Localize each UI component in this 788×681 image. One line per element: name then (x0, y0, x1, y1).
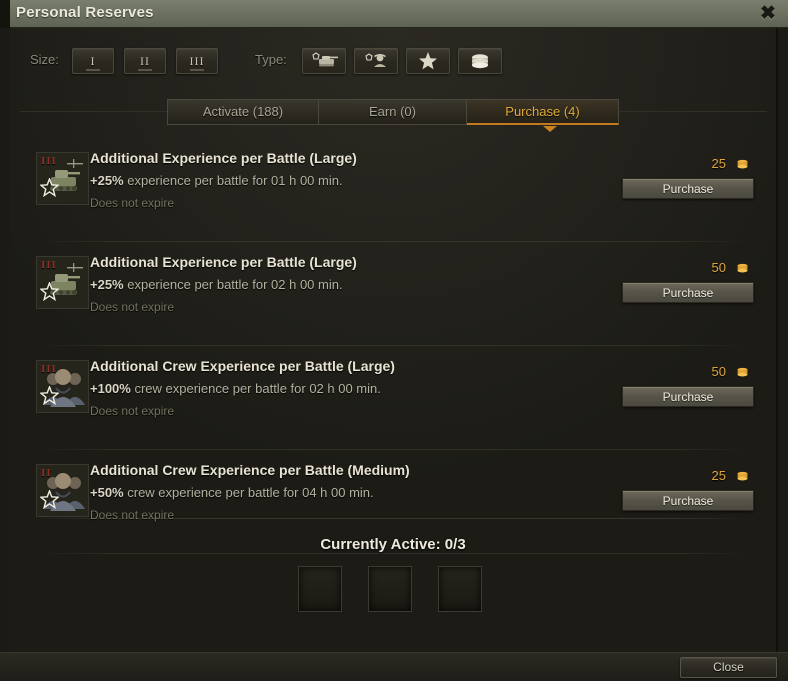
active-reserve-slots (10, 566, 776, 616)
reserve-list: III Additional Experience per Battle (La… (10, 138, 776, 554)
reserve-row[interactable]: III Additional Experience per Battle (La… (10, 242, 776, 346)
reserve-bonus: +100% (90, 381, 131, 396)
reserve-price: 50 (711, 364, 726, 379)
reserve-bonus: +25% (90, 277, 124, 292)
reserve-star-badge-icon (39, 176, 60, 202)
reserve-row[interactable]: III Additional Experience per Battle (La… (10, 138, 776, 242)
reserve-size-marks: III (41, 155, 57, 167)
footer-separator (34, 518, 752, 519)
reserve-expiry: Does not expire (90, 404, 175, 418)
reserve-size-marks: II (41, 467, 52, 479)
type-filter-credits-button[interactable] (458, 48, 502, 74)
reserve-expiry: Does not expire (90, 508, 175, 522)
tab-earn[interactable]: Earn (0) (319, 99, 467, 125)
reserve-description-text: experience per battle for 02 h 00 min. (123, 277, 343, 292)
size-filter-1-button[interactable]: I (72, 48, 114, 74)
reserve-size-marks: III (41, 363, 57, 375)
tank-reserve-icon: III (36, 256, 89, 309)
type-filter-crew-experience-button[interactable] (354, 48, 398, 74)
gold-coin-stack-icon (735, 365, 750, 377)
reserve-description: +50% crew experience per battle for 04 h… (90, 485, 374, 500)
free-experience-star-icon (407, 49, 449, 73)
purchase-button[interactable]: Purchase (622, 178, 754, 199)
type-filter-tank-experience-button[interactable] (302, 48, 346, 74)
reserve-title: Additional Crew Experience per Battle (M… (90, 462, 410, 478)
reserve-bonus: +50% (90, 485, 124, 500)
reserve-description: +100% crew experience per battle for 02 … (90, 381, 381, 396)
purchase-button[interactable]: Purchase (622, 386, 754, 407)
purchase-button[interactable]: Purchase (622, 490, 754, 511)
size-filter-label: Size: (30, 52, 59, 67)
reserve-star-badge-icon (39, 488, 60, 514)
size-filter-1-underline (86, 69, 100, 71)
credits-stack-icon (459, 49, 501, 73)
reserve-description-text: experience per battle for 01 h 00 min. (123, 173, 343, 188)
reserve-bonus: +25% (90, 173, 124, 188)
active-tab-caret-icon (543, 126, 557, 132)
reserve-star-badge-icon (39, 280, 60, 306)
tank-reserve-icon: III (36, 152, 89, 205)
reserve-title: Additional Experience per Battle (Large) (90, 150, 357, 166)
reserve-size-marks: III (41, 259, 57, 271)
bottom-bar: Close (0, 652, 788, 681)
window-content: Size: I II III Type: Activate (188) Earn… (10, 28, 778, 652)
size-filter-3-button[interactable]: III (176, 48, 218, 74)
reserve-expiry: Does not expire (90, 300, 175, 314)
window-title: Personal Reserves (16, 4, 154, 21)
type-filter-label: Type: (255, 52, 287, 67)
reserve-title: Additional Crew Experience per Battle (L… (90, 358, 395, 374)
personal-reserves-window: Personal Reserves ✖ Size: I II III Type: (0, 0, 788, 681)
reserve-description-text: crew experience per battle for 02 h 00 m… (130, 381, 381, 396)
active-slot-1[interactable] (298, 566, 342, 612)
size-filter-2-button[interactable]: II (124, 48, 166, 74)
filter-bar: Size: I II III Type: (10, 38, 776, 84)
crew-reserve-icon: III (36, 360, 89, 413)
tab-bar: Activate (188) Earn (0) Purchase (4) (20, 99, 767, 132)
reserve-description: +25% experience per battle for 01 h 00 m… (90, 173, 343, 188)
purchase-button[interactable]: Purchase (622, 282, 754, 303)
tank-experience-icon (303, 49, 345, 73)
active-slot-3[interactable] (438, 566, 482, 612)
reserve-description-text: crew experience per battle for 04 h 00 m… (123, 485, 374, 500)
crew-experience-icon (355, 49, 397, 73)
gold-coin-stack-icon (735, 469, 750, 481)
reserve-price: 50 (711, 260, 726, 275)
reserve-price: 25 (711, 468, 726, 483)
close-x-icon[interactable]: ✖ (756, 3, 780, 25)
reserve-title: Additional Experience per Battle (Large) (90, 254, 357, 270)
size-filter-2-underline (138, 69, 152, 71)
active-slot-2[interactable] (368, 566, 412, 612)
tab-purchase[interactable]: Purchase (4) (467, 99, 619, 125)
close-button[interactable]: Close (680, 657, 777, 678)
crew-reserve-icon: II (36, 464, 89, 517)
reserve-row[interactable]: III Additional Crew Experience per Battl… (10, 346, 776, 450)
tab-activate[interactable]: Activate (188) (167, 99, 319, 125)
type-filter-free-experience-button[interactable] (406, 48, 450, 74)
currently-active-label: Currently Active: 0/3 (320, 536, 466, 553)
title-bar: Personal Reserves ✖ (0, 0, 788, 28)
reserve-description: +25% experience per battle for 02 h 00 m… (90, 277, 343, 292)
reserve-expiry: Does not expire (90, 196, 175, 210)
gold-coin-stack-icon (735, 261, 750, 273)
gold-coin-stack-icon (735, 157, 750, 169)
reserve-price: 25 (711, 156, 726, 171)
size-filter-3-underline (190, 69, 204, 71)
reserve-star-badge-icon (39, 384, 60, 410)
